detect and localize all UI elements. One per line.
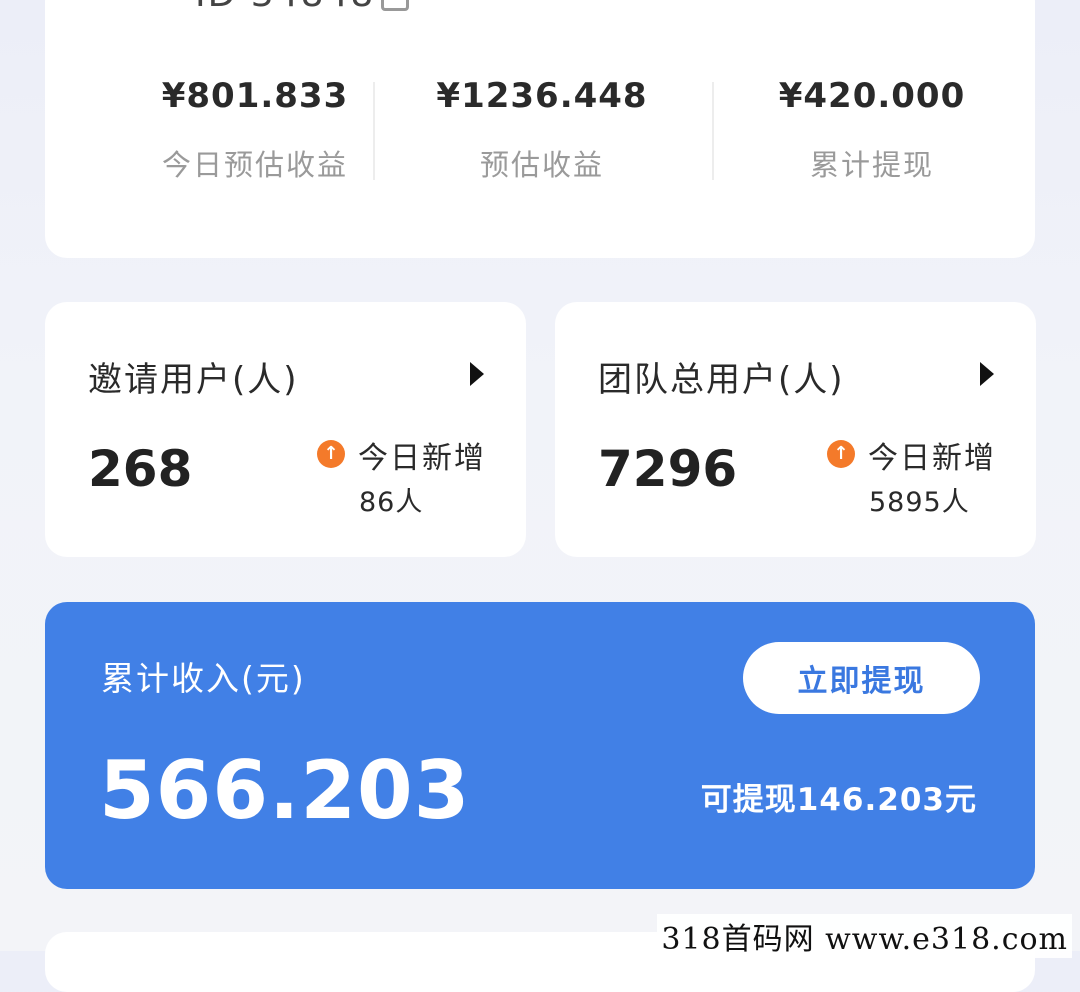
copy-icon[interactable]	[381, 0, 410, 11]
available-withdraw-text: 可提现146.203元	[700, 782, 977, 818]
today-new-label: 今日新增	[868, 441, 996, 476]
arrow-up-icon: ↑	[827, 440, 855, 468]
card-title: 团队总用户(人)	[598, 360, 845, 400]
total-income-amount: 566.203	[99, 744, 471, 837]
team-users-card[interactable]: 团队总用户(人) 7296 ↑ 今日新增 5895人	[555, 302, 1036, 557]
invite-users-card[interactable]: 邀请用户(人) 268 ↑ 今日新增 86人	[45, 302, 526, 557]
stat-divider	[373, 82, 375, 180]
earnings-summary-card: ¥801.833 今日预估收益 ¥1236.448 预估收益 ¥420.000 …	[45, 0, 1035, 258]
stat-label: 累计提现	[809, 148, 934, 182]
income-title: 累计收入(元)	[101, 659, 306, 698]
stat-estimated[interactable]: ¥1236.448 预估收益	[377, 76, 707, 184]
total-income-card: 累计收入(元) 立即提现 566.203 可提现146.203元	[45, 602, 1035, 889]
today-new-label: 今日新增	[358, 441, 486, 476]
stat-today-estimated[interactable]: ¥801.833 今日预估收益	[90, 76, 420, 184]
stat-label: 今日预估收益	[161, 148, 348, 182]
stat-amount: ¥801.833	[161, 76, 349, 116]
invite-count: 268	[88, 440, 193, 498]
card-title: 邀请用户(人)	[88, 360, 299, 400]
user-id-text: ID 34848	[195, 0, 375, 15]
stat-amount: ¥1236.448	[436, 76, 648, 116]
stat-label: 预估收益	[479, 148, 604, 182]
stat-total-withdrawn[interactable]: ¥420.000 累计提现	[707, 76, 1037, 184]
site-watermark: 318首码网 www.e318.com	[657, 914, 1072, 958]
today-new-count: 86人	[359, 487, 424, 518]
arrow-up-icon: ↑	[317, 440, 345, 468]
user-id: ID 34848	[195, 0, 410, 15]
team-count: 7296	[598, 440, 738, 498]
chevron-right-icon[interactable]	[470, 362, 484, 386]
chevron-right-icon[interactable]	[980, 362, 994, 386]
today-new-count: 5895人	[869, 487, 970, 518]
withdraw-now-button[interactable]: 立即提现	[743, 642, 980, 714]
stat-amount: ¥420.000	[778, 76, 966, 116]
